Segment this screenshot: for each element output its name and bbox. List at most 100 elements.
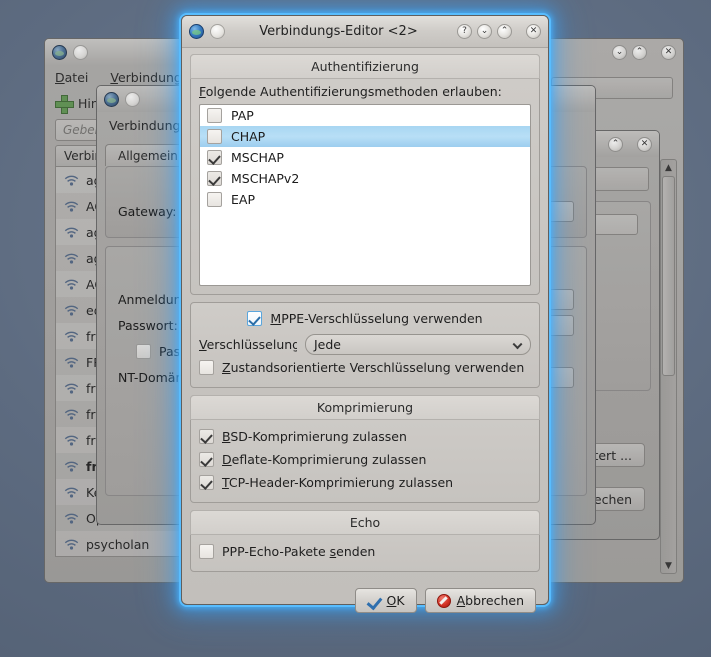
auth-method-label: CHAP xyxy=(231,129,265,144)
scrollbar-thumb[interactable] xyxy=(662,176,675,376)
close-icon[interactable]: ✕ xyxy=(661,45,676,60)
stateful-checkbox[interactable] xyxy=(199,360,214,375)
deflate-compression-checkbox[interactable] xyxy=(199,452,214,467)
wifi-icon xyxy=(64,304,79,317)
no-entry-icon xyxy=(437,594,451,608)
wifi-icon xyxy=(64,330,79,343)
auth-method-checkbox[interactable] xyxy=(207,171,222,186)
auth-method-label: EAP xyxy=(231,192,255,207)
auth-method-label: MSCHAP xyxy=(231,150,284,165)
auth-method-list[interactable]: PAP CHAP MSCHAP MSCHAPv2 EAP xyxy=(199,104,531,286)
ppp-echo-row[interactable]: PPP-Echo-Pakete senden xyxy=(199,540,531,563)
encryption-value: Jede xyxy=(314,337,341,352)
password-label: Passwort: xyxy=(118,318,178,333)
menu-dot-button[interactable] xyxy=(73,45,88,60)
auth-method-checkbox[interactable] xyxy=(207,108,222,123)
globe-icon xyxy=(104,92,119,107)
wifi-icon xyxy=(64,538,79,551)
wifi-icon xyxy=(64,356,79,369)
encryption-combo-row[interactable]: Verschlüsselung Jede xyxy=(199,333,531,356)
authentication-group: Authentifizierung Folgende Authentifizie… xyxy=(190,54,540,295)
vertical-scrollbar[interactable]: ▲ ▼ xyxy=(660,159,677,574)
tcp-header-row[interactable]: TCP-Header-Komprimierung zulassen xyxy=(199,471,531,494)
wifi-icon xyxy=(64,278,79,291)
auth-method-row[interactable]: MSCHAPv2 xyxy=(200,168,530,189)
mppe-group: MPPE-Verschlüsselung verwenden Verschlüs… xyxy=(190,302,540,388)
wifi-icon xyxy=(64,252,79,265)
bsd-compression-label: BSD-Komprimierung zulassen xyxy=(222,429,407,444)
deflate-compression-label: Deflate-Komprimierung zulassen xyxy=(222,452,426,467)
auth-prompt: Folgende Authentifizierungsmethoden erla… xyxy=(199,84,531,99)
auth-method-checkbox[interactable] xyxy=(207,150,222,165)
far-window-titlebar[interactable]: ⌄ ⌃ ✕ xyxy=(541,39,683,65)
shade-up-icon[interactable]: ⌃ xyxy=(632,45,647,60)
stateful-row[interactable]: Zustandsorientierte Verschlüsselung verw… xyxy=(199,356,531,379)
wifi-icon xyxy=(64,460,79,473)
auth-method-label: MSCHAPv2 xyxy=(231,171,299,186)
chevron-down-icon xyxy=(513,339,523,349)
show-password-checkbox[interactable] xyxy=(136,344,151,359)
wifi-icon xyxy=(64,434,79,447)
wifi-icon xyxy=(64,174,79,187)
scroll-down-icon[interactable]: ▼ xyxy=(661,558,676,573)
dialog-titlebar[interactable]: Verbindungs-Editor <2> ? ⌄ ⌃ ✕ xyxy=(182,16,548,48)
mppe-use-label: MPPE-Verschlüsselung verwenden xyxy=(270,311,482,326)
connection-editor-dialog[interactable]: Verbindungs-Editor <2> ? ⌄ ⌃ ✕ Authentif… xyxy=(181,15,549,605)
wifi-icon xyxy=(64,382,79,395)
mppe-use-row[interactable]: MPPE-Verschlüsselung verwenden xyxy=(199,307,531,330)
wifi-icon xyxy=(64,486,79,499)
echo-group: Echo PPP-Echo-Pakete senden xyxy=(190,510,540,572)
menu-dot-button[interactable] xyxy=(125,92,140,107)
cancel-button[interactable]: Abbrechen xyxy=(425,588,536,613)
encryption-label: Verschlüsselung xyxy=(199,337,297,352)
menu-verbindung[interactable]: Verbindung xyxy=(110,70,181,85)
auth-method-checkbox[interactable] xyxy=(207,129,222,144)
ok-button[interactable]: OK xyxy=(355,588,417,613)
connection-name: psycholan xyxy=(86,537,149,552)
bsd-compression-checkbox[interactable] xyxy=(199,429,214,444)
ppp-echo-checkbox[interactable] xyxy=(199,544,214,559)
shade-up-icon[interactable]: ⌃ xyxy=(608,137,623,152)
stateful-label: Zustandsorientierte Verschlüsselung verw… xyxy=(222,360,524,375)
tab-allgemein[interactable]: Allgemein xyxy=(105,144,191,166)
auth-method-row[interactable]: PAP xyxy=(200,105,530,126)
wifi-icon xyxy=(64,512,79,525)
compression-group-title: Komprimierung xyxy=(190,395,540,420)
shade-up-icon[interactable]: ⌃ xyxy=(497,24,512,39)
tcp-header-compression-label: TCP-Header-Komprimierung zulassen xyxy=(222,475,453,490)
dialog-button-row: OK Abbrechen xyxy=(190,579,540,615)
close-icon[interactable]: ✕ xyxy=(637,137,652,152)
dialog-title: Verbindungs-Editor <2> xyxy=(225,24,452,39)
menu-dot-button[interactable] xyxy=(210,24,225,39)
check-icon xyxy=(367,594,381,608)
compression-group: Komprimierung BSD-Komprimierung zulassen… xyxy=(190,395,540,503)
gateway-label: Gateway: xyxy=(118,204,177,219)
wifi-icon xyxy=(64,226,79,239)
bsd-row[interactable]: BSD-Komprimierung zulassen xyxy=(199,425,531,448)
ok-label: OK xyxy=(387,593,405,608)
auth-method-checkbox[interactable] xyxy=(207,192,222,207)
echo-group-title: Echo xyxy=(190,510,540,535)
dialog-body: Authentifizierung Folgende Authentifizie… xyxy=(182,48,548,623)
wifi-icon xyxy=(64,200,79,213)
mppe-use-checkbox[interactable] xyxy=(247,311,262,326)
auth-method-row[interactable]: CHAP xyxy=(200,126,530,147)
auth-method-row[interactable]: EAP xyxy=(200,189,530,210)
wifi-icon xyxy=(64,408,79,421)
deflate-row[interactable]: Deflate-Komprimierung zulassen xyxy=(199,448,531,471)
scroll-up-icon[interactable]: ▲ xyxy=(661,160,676,175)
menu-datei[interactable]: DDateiatei xyxy=(55,70,88,85)
globe-icon xyxy=(189,24,204,39)
shade-down-icon[interactable]: ⌄ xyxy=(612,45,627,60)
plus-icon xyxy=(55,95,72,112)
encryption-combobox[interactable]: Jede xyxy=(305,334,531,355)
help-icon[interactable]: ? xyxy=(457,24,472,39)
auth-method-label: PAP xyxy=(231,108,254,123)
close-icon[interactable]: ✕ xyxy=(526,24,541,39)
shade-down-icon[interactable]: ⌄ xyxy=(477,24,492,39)
auth-method-row[interactable]: MSCHAP xyxy=(200,147,530,168)
authentication-group-title: Authentifizierung xyxy=(190,54,540,79)
globe-icon xyxy=(52,45,67,60)
tcp-header-compression-checkbox[interactable] xyxy=(199,475,214,490)
cancel-label: Abbrechen xyxy=(457,593,524,608)
